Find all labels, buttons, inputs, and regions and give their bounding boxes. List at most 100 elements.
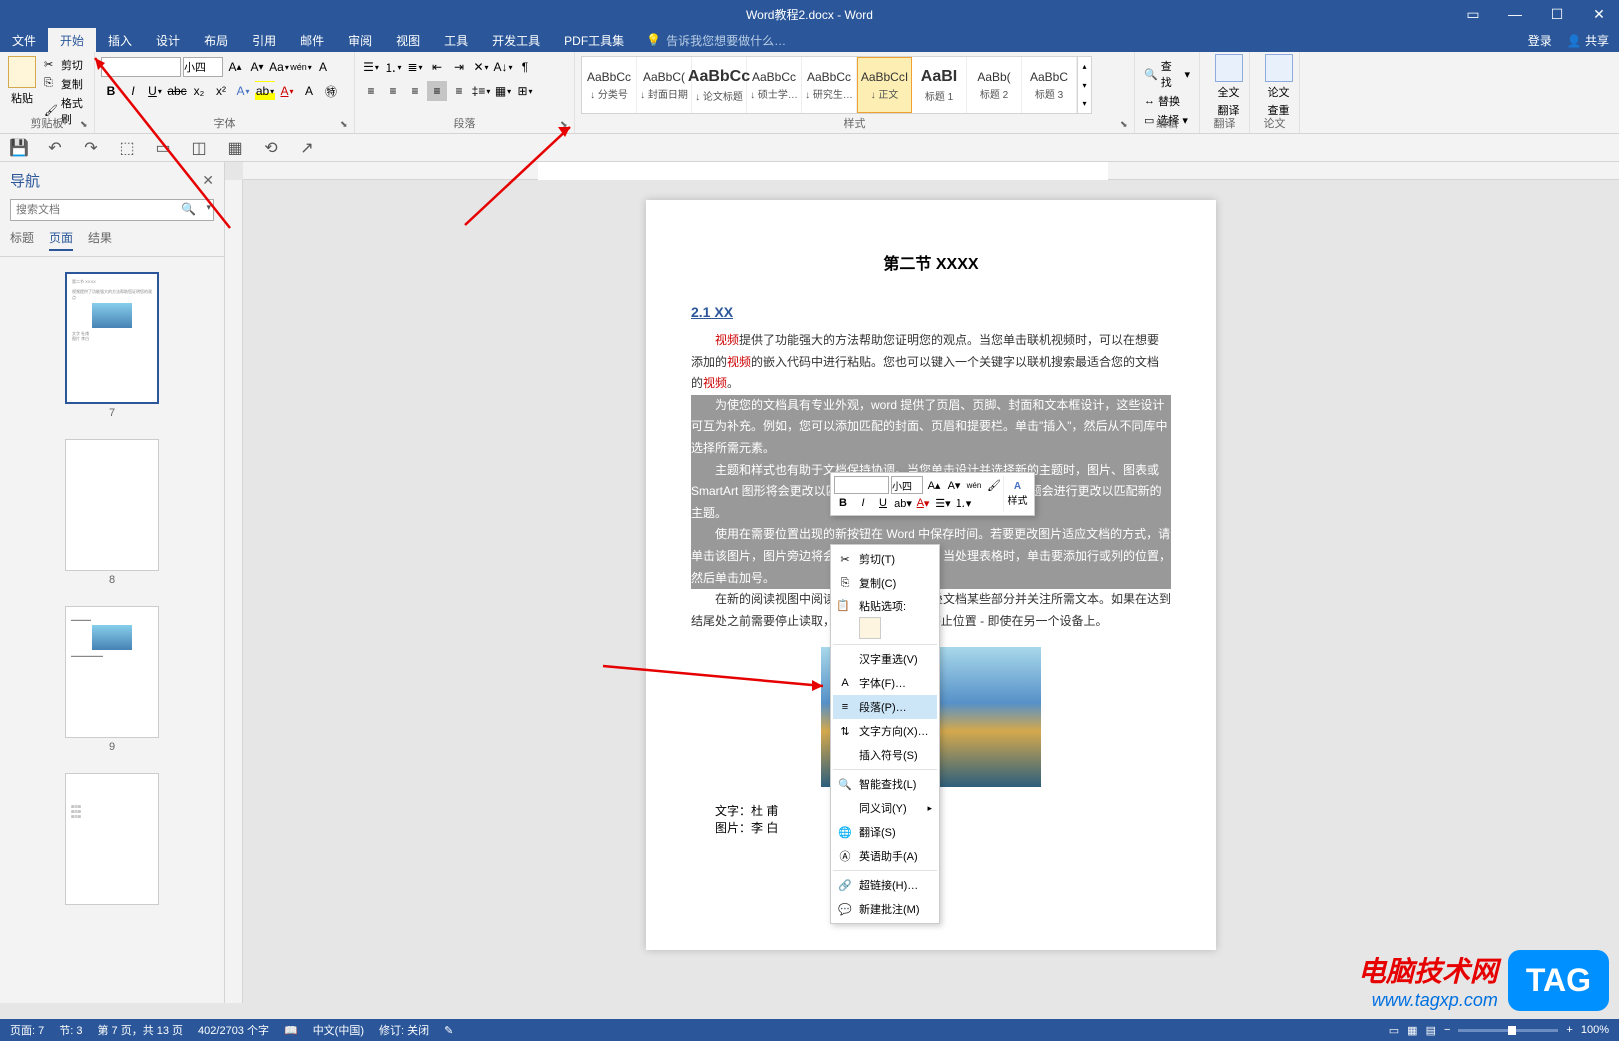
phonetic-guide-button[interactable]: wén — [291, 57, 311, 77]
ctx-english[interactable]: Ⓐ英语助手(A) — [833, 844, 937, 868]
paper-check-button[interactable]: 论文查重 — [1256, 54, 1301, 118]
status-track[interactable]: 修订: 关闭 — [379, 1022, 429, 1038]
bold-button[interactable]: B — [101, 81, 121, 101]
superscript-button[interactable]: x² — [211, 81, 231, 101]
mini-underline[interactable]: U — [874, 494, 892, 512]
style-cover-date[interactable]: AaBbC(↓ 封面日期 — [637, 57, 692, 113]
clipboard-launcher[interactable]: ⬊ — [80, 119, 92, 131]
align-left-button[interactable]: ≡ — [361, 81, 381, 101]
search-dropdown-icon[interactable]: ▾ — [206, 202, 211, 213]
menu-layout[interactable]: 布局 — [192, 28, 240, 52]
status-page[interactable]: 页面: 7 — [10, 1022, 44, 1038]
save-button[interactable]: 💾 — [10, 139, 28, 157]
style-heading1[interactable]: AaBI标题 1 — [912, 57, 967, 113]
show-marks-button[interactable]: ¶ — [515, 57, 535, 77]
mini-highlight[interactable]: ab▾ — [894, 494, 912, 512]
thumbnails[interactable]: 第二节 XXXX视频提供了功能强大的方法帮助您证明您的观点文字 杜甫图片 李白 … — [0, 257, 224, 1003]
menu-devtools[interactable]: 开发工具 — [480, 28, 552, 52]
view-read-mode[interactable]: ▭ — [1389, 1024, 1399, 1037]
mini-phonetic[interactable]: wén — [965, 476, 983, 494]
horizontal-ruler[interactable] — [243, 162, 1619, 180]
mini-font-color[interactable]: A▾ — [914, 494, 932, 512]
styles-scroll-up[interactable]: ▴ — [1078, 57, 1091, 76]
mini-size-select[interactable] — [891, 476, 923, 494]
style-masters[interactable]: AaBbCc↓ 硕士学… — [747, 57, 802, 113]
asian-layout-button[interactable]: ✕ — [471, 57, 491, 77]
ctx-synonyms[interactable]: 同义词(Y) — [833, 796, 937, 820]
translate-button[interactable]: 全文翻译 — [1206, 54, 1251, 118]
paste-button[interactable]: 粘贴 — [6, 56, 38, 106]
status-insert-icon[interactable]: ✎ — [444, 1024, 453, 1037]
ctx-cut[interactable]: ✂剪切(T) — [833, 547, 937, 571]
status-proof-icon[interactable]: 📖 — [284, 1024, 298, 1037]
mini-grow-font[interactable]: A▴ — [925, 476, 943, 494]
numbering-button[interactable]: ⒈ — [383, 57, 403, 77]
menu-review[interactable]: 审阅 — [336, 28, 384, 52]
mini-format-painter[interactable]: 🖌 — [985, 476, 1003, 494]
zoom-slider[interactable] — [1458, 1029, 1558, 1032]
nav-tab-headings[interactable]: 标题 — [10, 229, 34, 251]
menu-insert[interactable]: 插入 — [96, 28, 144, 52]
increase-indent-button[interactable]: ⇥ — [449, 57, 469, 77]
styles-scroll-down[interactable]: ▾ — [1078, 76, 1091, 95]
style-category-number[interactable]: AaBbCc↓ 分类号 — [582, 57, 637, 113]
italic-button[interactable]: I — [123, 81, 143, 101]
align-center-button[interactable]: ≡ — [383, 81, 403, 101]
zoom-level[interactable]: 100% — [1581, 1024, 1609, 1036]
qa-btn7[interactable]: ▦ — [226, 139, 244, 157]
style-normal[interactable]: AaBbCcI↓ 正文 — [857, 57, 912, 113]
distribute-button[interactable]: ≡ — [449, 81, 469, 101]
font-launcher[interactable]: ⬊ — [340, 119, 352, 131]
ctx-hyperlink[interactable]: 🔗超链接(H)… — [833, 873, 937, 897]
align-right-button[interactable]: ≡ — [405, 81, 425, 101]
bullets-button[interactable]: ☰ — [361, 57, 381, 77]
zoom-out[interactable]: − — [1444, 1024, 1450, 1036]
status-words[interactable]: 402/2703 个字 — [198, 1022, 269, 1038]
login-link[interactable]: 登录 — [1528, 32, 1552, 49]
font-size-select[interactable] — [183, 57, 223, 77]
underline-button[interactable]: U — [145, 81, 165, 101]
menu-home[interactable]: 开始 — [48, 28, 96, 52]
paragraph-launcher[interactable]: ⬊ — [560, 119, 572, 131]
undo-button[interactable]: ↶ — [46, 139, 64, 157]
mini-shrink-font[interactable]: A▾ — [945, 476, 963, 494]
thumbnail-page-9[interactable]: ▬▬▬▬▬▬▬▬▬▬▬▬▬ — [65, 606, 159, 738]
ctx-paragraph[interactable]: ≡段落(P)… — [833, 695, 937, 719]
sort-button[interactable]: A↓ — [493, 57, 513, 77]
thumbnail-page-10[interactable]: ⊞⊞⊞⊞⊞⊞⊞⊞⊞ — [65, 773, 159, 905]
zoom-in[interactable]: + — [1566, 1024, 1572, 1036]
style-paper-title[interactable]: AaBbCc↓ 论文标题 — [692, 57, 747, 113]
borders-button[interactable]: ⊞ — [515, 81, 535, 101]
menu-pdf[interactable]: PDF工具集 — [552, 28, 636, 52]
find-button[interactable]: 🔍查找 ▾ — [1141, 57, 1193, 91]
qa-btn5[interactable]: ▭ — [154, 139, 172, 157]
mini-font-select[interactable] — [834, 476, 889, 494]
style-heading2[interactable]: AaBb(标题 2 — [967, 57, 1022, 113]
font-color-button[interactable]: A — [277, 81, 297, 101]
mini-numbering[interactable]: ⒈▾ — [954, 494, 972, 512]
menu-tools[interactable]: 工具 — [432, 28, 480, 52]
highlight-button[interactable]: ab — [255, 81, 275, 101]
mini-bold[interactable]: B — [834, 494, 852, 512]
strikethrough-button[interactable]: abc — [167, 81, 187, 101]
menu-references[interactable]: 引用 — [240, 28, 288, 52]
nav-close-button[interactable]: ✕ — [202, 172, 214, 189]
char-shading-button[interactable]: A — [299, 81, 319, 101]
line-spacing-button[interactable]: ‡≡ — [471, 81, 491, 101]
menu-design[interactable]: 设计 — [144, 28, 192, 52]
styles-launcher[interactable]: ⬊ — [1120, 119, 1132, 131]
qa-btn4[interactable]: ⬚ — [118, 139, 136, 157]
mini-styles-button[interactable]: A 样式 — [1003, 476, 1031, 512]
search-icon[interactable]: 🔍 — [181, 202, 196, 216]
ctx-copy[interactable]: ⎘复制(C) — [833, 571, 937, 595]
shrink-font-button[interactable]: A▾ — [247, 57, 267, 77]
replace-button[interactable]: ↔替换 — [1141, 92, 1193, 110]
change-case-button[interactable]: Aa — [269, 57, 289, 77]
thumbnail-page-7[interactable]: 第二节 XXXX视频提供了功能强大的方法帮助您证明您的观点文字 杜甫图片 李白 — [65, 272, 159, 404]
menu-file[interactable]: 文件 — [0, 28, 48, 52]
ctx-direction[interactable]: ⇅文字方向(X)… — [833, 719, 937, 743]
enclose-char-button[interactable]: ㊕ — [321, 81, 341, 101]
menu-mailings[interactable]: 邮件 — [288, 28, 336, 52]
status-section[interactable]: 节: 3 — [59, 1022, 82, 1038]
copy-button[interactable]: ⎘复制 — [41, 75, 88, 93]
